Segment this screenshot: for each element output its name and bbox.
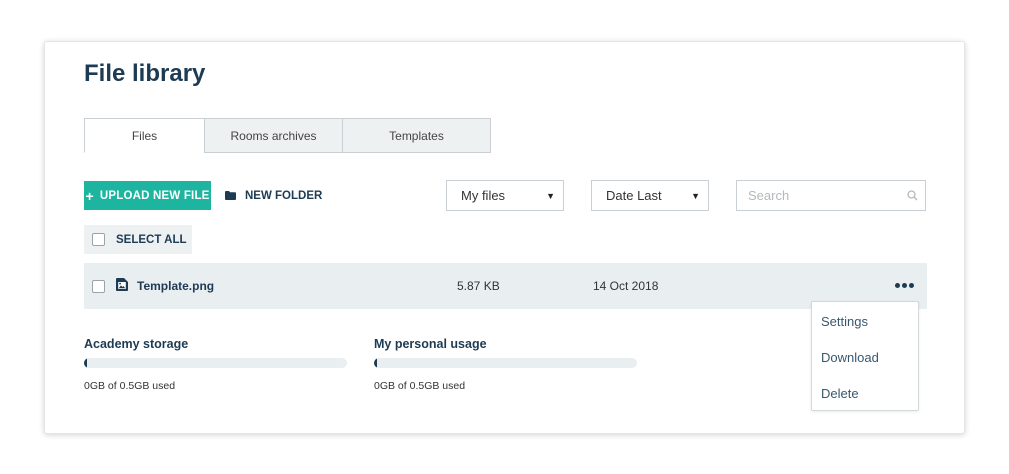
academy-storage: Academy storage 0GB of 0.5GB used xyxy=(84,337,347,392)
tab-bar: Files Rooms archives Templates xyxy=(84,118,491,153)
personal-usage: My personal usage 0GB of 0.5GB used xyxy=(374,337,637,392)
more-dot xyxy=(902,283,907,288)
folder-icon xyxy=(225,191,236,200)
owner-filter-value: My files xyxy=(461,188,506,203)
more-horizontal-icon[interactable] xyxy=(895,283,914,288)
file-library-card: File library Files Rooms archives Templa… xyxy=(44,41,965,434)
search-icon[interactable] xyxy=(907,190,918,201)
more-dot xyxy=(909,283,914,288)
file-name[interactable]: Template.png xyxy=(137,279,214,293)
caret-down-icon: ▼ xyxy=(691,191,700,201)
file-date: 14 Oct 2018 xyxy=(593,279,659,293)
file-context-menu: Settings Download Delete xyxy=(811,301,919,411)
academy-storage-fill xyxy=(84,358,87,368)
new-folder-label: NEW FOLDER xyxy=(245,189,323,202)
menu-item-download[interactable]: Download xyxy=(821,350,879,365)
personal-usage-text: 0GB of 0.5GB used xyxy=(374,380,466,392)
academy-storage-usage: 0GB of 0.5GB used xyxy=(84,380,176,392)
plus-icon: + xyxy=(85,187,94,204)
search-input[interactable] xyxy=(737,181,897,210)
caret-down-icon: ▼ xyxy=(546,191,555,201)
upload-button-label: UPLOAD NEW FILE xyxy=(99,189,210,202)
owner-filter-select[interactable]: My files ▼ xyxy=(446,180,564,211)
tab-files[interactable]: Files xyxy=(84,118,205,153)
more-dot xyxy=(895,283,900,288)
select-all-checkbox[interactable] xyxy=(92,233,105,246)
page-title: File library xyxy=(84,60,206,87)
menu-item-settings[interactable]: Settings xyxy=(821,314,868,329)
image-file-icon xyxy=(116,278,128,291)
tab-rooms-archives[interactable]: Rooms archives xyxy=(204,118,343,153)
new-folder-button[interactable]: NEW FOLDER xyxy=(225,181,322,210)
select-all-label: SELECT ALL xyxy=(116,233,187,246)
file-checkbox[interactable] xyxy=(92,280,105,293)
academy-storage-title: Academy storage xyxy=(84,337,189,351)
menu-item-delete[interactable]: Delete xyxy=(821,386,859,401)
search-box xyxy=(736,180,926,211)
sort-select[interactable]: Date Last ▼ xyxy=(591,180,709,211)
sort-value: Date Last xyxy=(606,188,662,203)
personal-usage-bar xyxy=(374,358,637,368)
file-size: 5.87 KB xyxy=(457,279,500,293)
file-row[interactable]: Template.png 5.87 KB 14 Oct 2018 xyxy=(84,263,927,309)
upload-new-file-button[interactable]: + UPLOAD NEW FILE xyxy=(84,181,211,210)
academy-storage-bar xyxy=(84,358,347,368)
personal-usage-title: My personal usage xyxy=(374,337,487,351)
personal-usage-fill xyxy=(374,358,377,368)
select-all-control[interactable]: SELECT ALL xyxy=(84,225,192,254)
tab-templates[interactable]: Templates xyxy=(342,118,491,153)
